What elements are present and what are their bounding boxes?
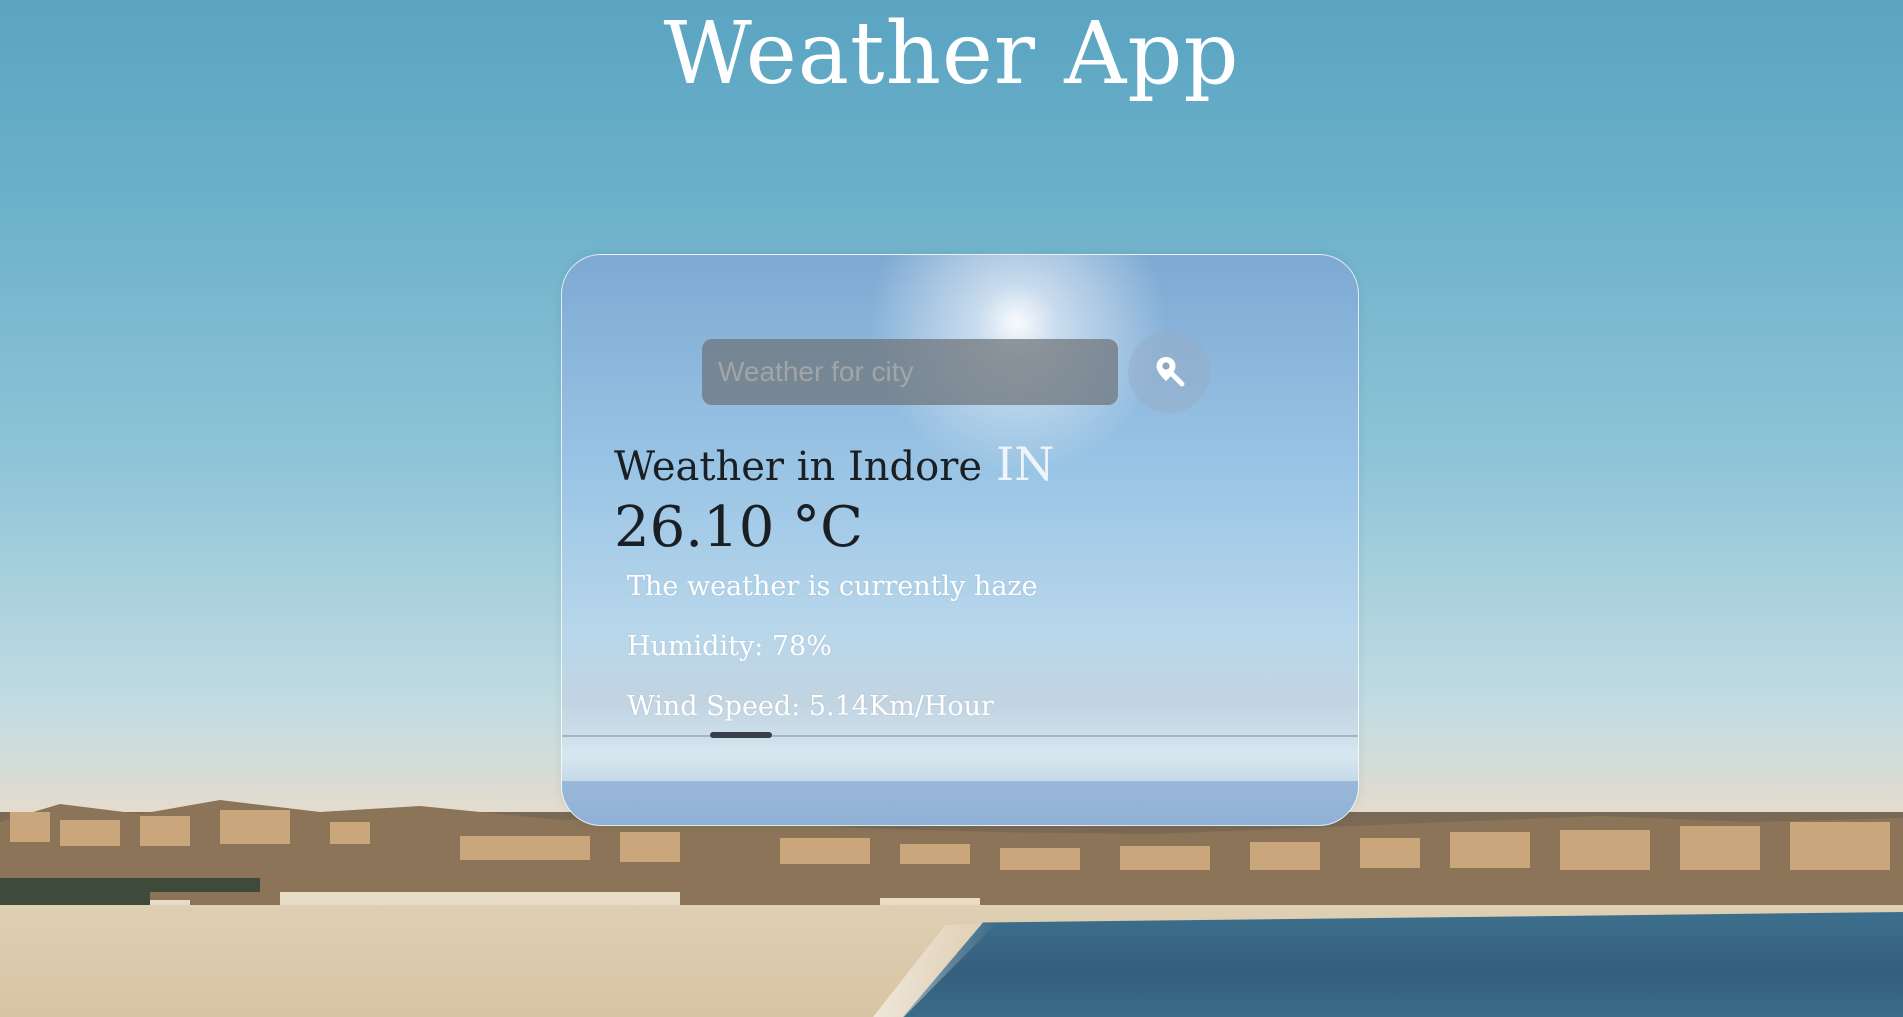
city-heading: Weather in Indore IN [614,437,1054,491]
city-name: Weather in Indore [614,444,983,490]
search-button[interactable] [1128,331,1210,413]
temperature: 26.10 °C [614,495,863,560]
ocean [903,912,1903,1017]
weather-description: The weather is currently haze [627,571,1038,602]
boat-silhouette [710,732,772,738]
app-title: Weather App [663,4,1240,104]
city-search-input[interactable] [702,339,1118,405]
wind-speed: Wind Speed: 5.14Km/Hour [627,691,994,722]
card-bottom-band [562,781,1358,825]
humidity: Humidity: 78% [627,631,832,662]
weather-card: Weather in Indore IN 26.10 °C The weather… [561,254,1359,826]
search-bar [702,331,1222,413]
map-pin-search-icon [1152,354,1186,391]
card-horizon [562,735,1358,737]
country-code: IN [996,437,1055,491]
